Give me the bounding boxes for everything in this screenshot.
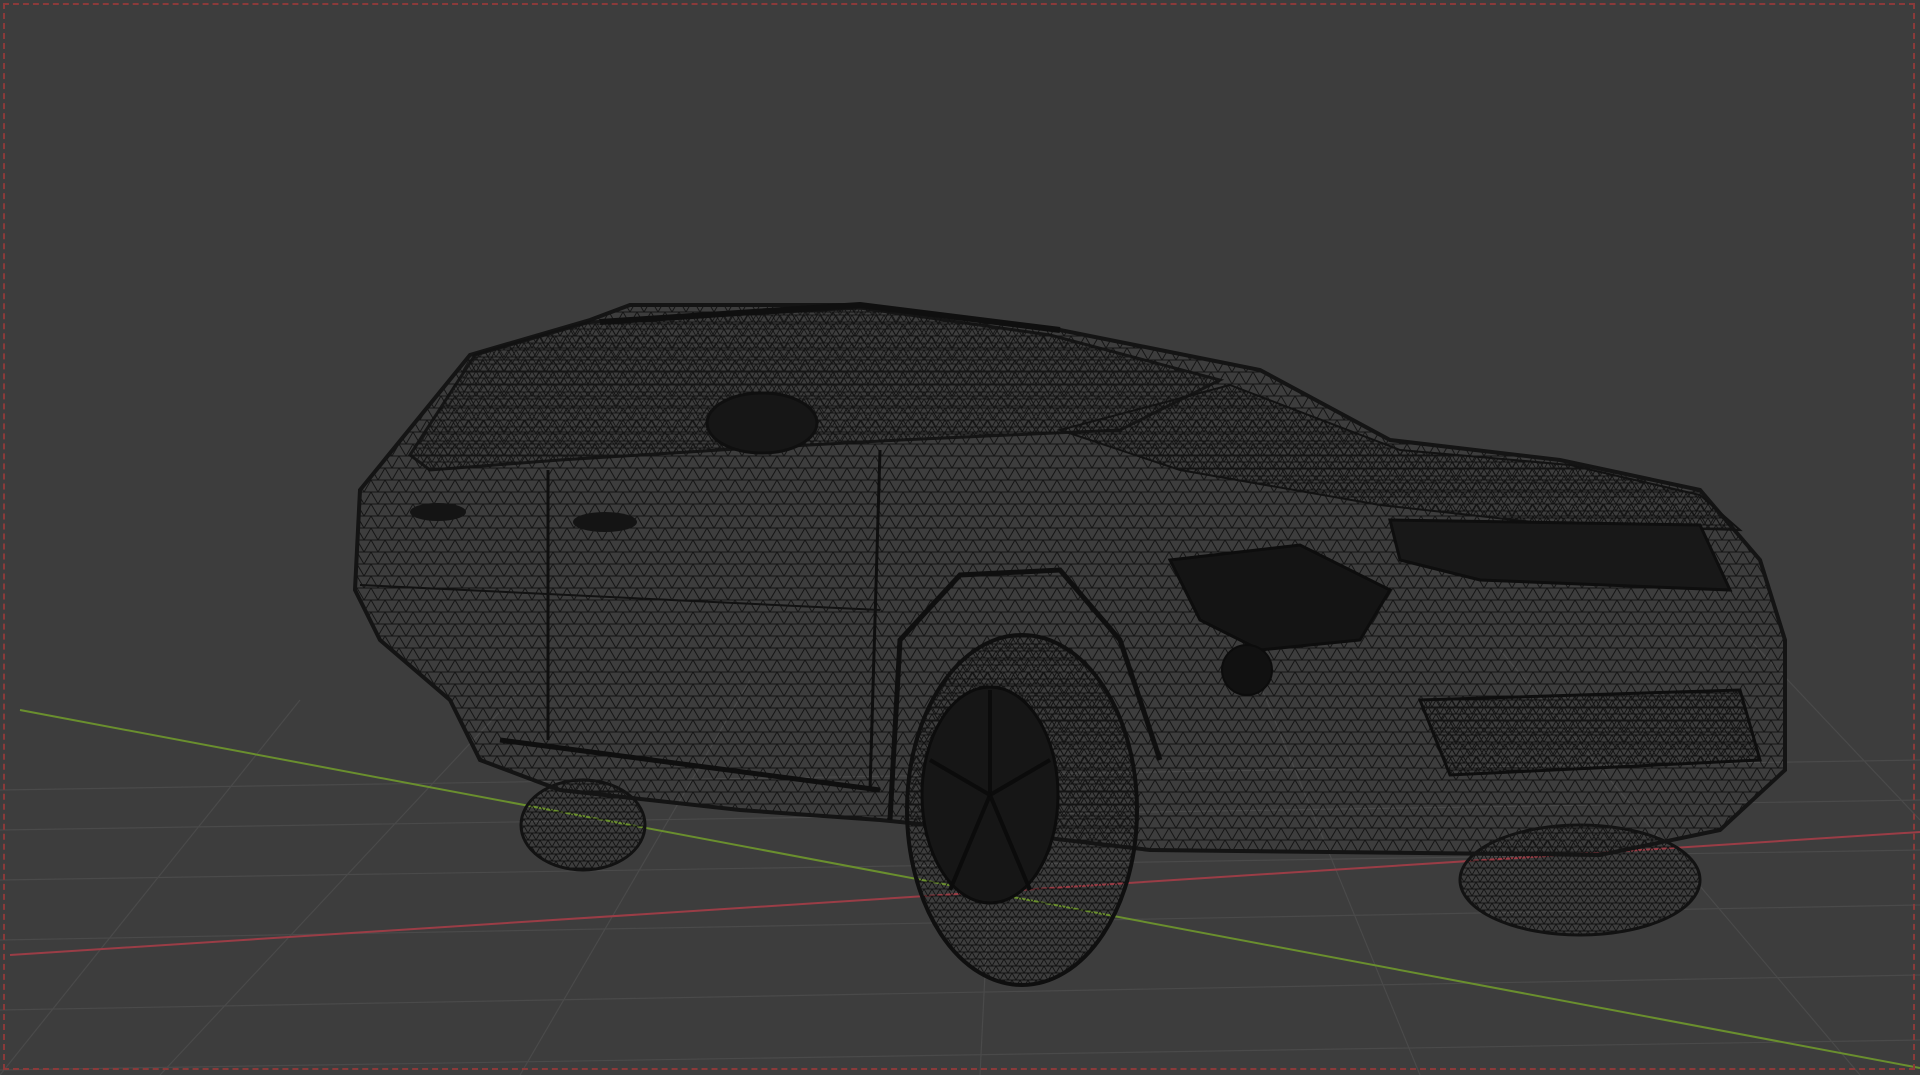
grille-lower — [1417, 688, 1762, 777]
suv-wireframe-model[interactable] — [352, 301, 1787, 987]
door-handle-front — [573, 512, 637, 532]
fog-lamp — [1221, 644, 1273, 696]
viewport-canvas[interactable] — [0, 0, 1920, 1075]
3d-viewport[interactable] — [0, 0, 1920, 1075]
side-mirror — [705, 391, 819, 455]
door-handle-rear — [410, 503, 466, 521]
